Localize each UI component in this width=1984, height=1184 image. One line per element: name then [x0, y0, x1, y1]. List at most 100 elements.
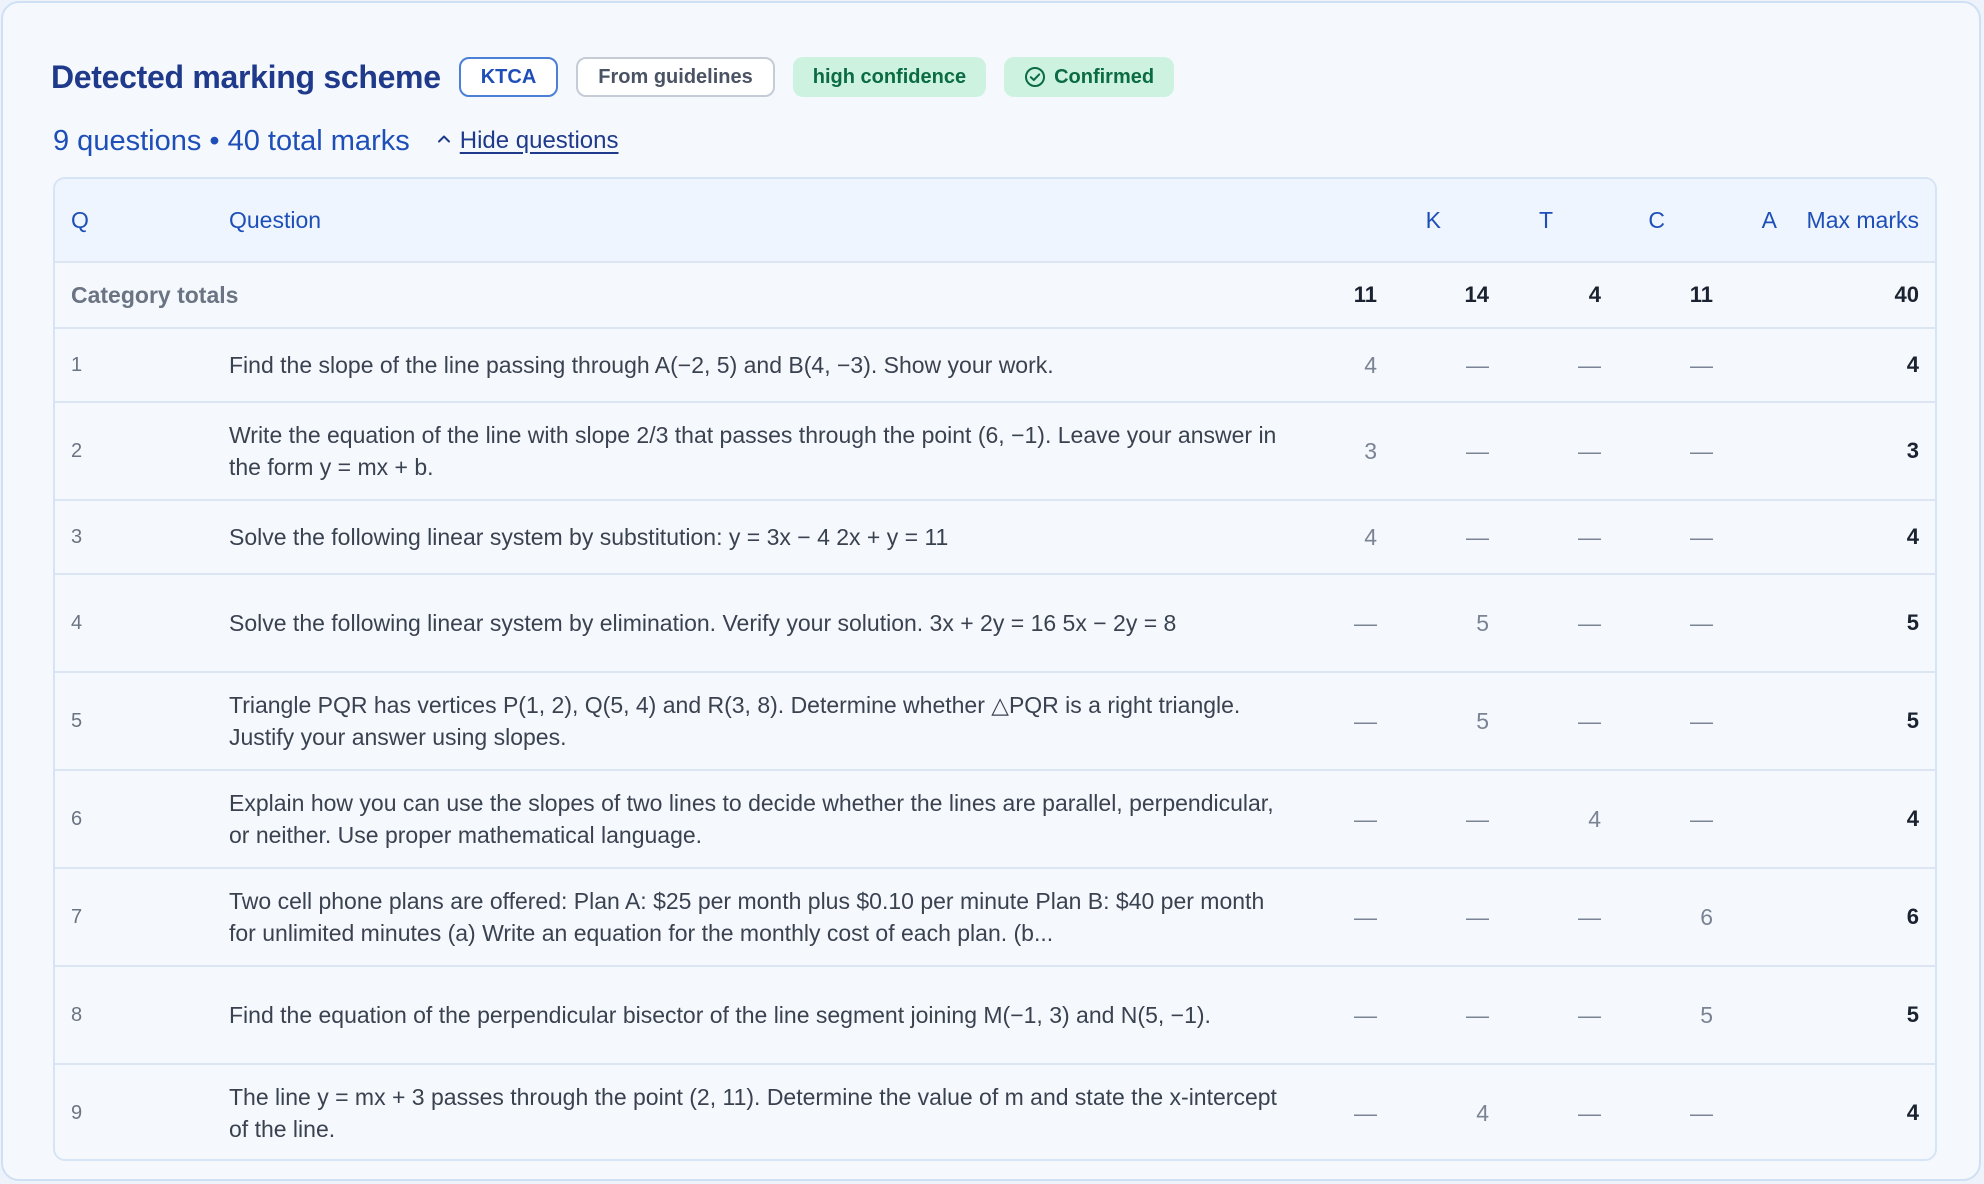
column-header-q: Q	[55, 179, 229, 263]
summary-row: 9 questions • 40 total marks Hide questi…	[53, 121, 619, 161]
question-text: Find the slope of the line passing throu…	[229, 352, 1054, 378]
question-number: 8	[55, 966, 229, 1065]
confirmed-badge: Confirmed	[1004, 57, 1175, 97]
t-marks: —	[1441, 500, 1553, 575]
confirmed-label: Confirmed	[1054, 65, 1155, 88]
c-marks: —	[1578, 1099, 1601, 1126]
table-row: 2 Write the equation of the line with slo…	[55, 402, 1935, 501]
a-marks: —	[1665, 574, 1777, 673]
column-header-question: Question	[229, 179, 1329, 263]
t-marks: —	[1441, 868, 1553, 967]
max-marks: 5	[1777, 574, 1935, 673]
source-badge: From guidelines	[576, 57, 775, 97]
chevron-up-icon	[436, 131, 452, 152]
max-marks: 3	[1777, 402, 1935, 501]
page-title: Detected marking scheme	[51, 58, 441, 95]
confidence-badge: high confidence	[792, 57, 987, 97]
table-row: 4 Solve the following linear system by el…	[55, 574, 1935, 673]
a-marks: —	[1665, 672, 1777, 771]
question-summary: 9 questions • 40 total marks	[53, 124, 410, 157]
column-header-c: C	[1553, 179, 1665, 263]
question-text: Find the equation of the perpendicular b…	[229, 1002, 1211, 1028]
total-max-marks: 40	[1777, 262, 1935, 329]
c-marks: —	[1553, 868, 1665, 967]
scheme-badge: KTCA	[458, 57, 559, 97]
k-marks: —	[1329, 574, 1441, 673]
question-text: Two cell phone plans are offered: Plan A…	[229, 888, 1265, 946]
question-number: 6	[55, 770, 229, 869]
question-text-cell: Triangle PQR has vertices P(1, 2), Q(5, …	[229, 672, 1329, 771]
a-marks: —	[1665, 770, 1777, 869]
check-circle-icon	[1024, 66, 1046, 88]
table-row: 9 The line y = mx + 3 passes through the …	[55, 1064, 1935, 1159]
t-marks: 4	[1476, 1099, 1489, 1126]
question-text: Triangle PQR has vertices P(1, 2), Q(5, …	[229, 692, 1241, 750]
max-marks: 5	[1777, 672, 1935, 771]
k-marks: —	[1354, 1099, 1377, 1126]
total-t: 14	[1441, 262, 1553, 329]
marking-scheme-card: Detected marking scheme KTCA From guidel…	[1, 1, 1981, 1181]
a-marks: —	[1665, 328, 1777, 403]
question-text-cell: Write the equation of the line with slop…	[229, 402, 1329, 501]
column-header-k: K	[1329, 179, 1441, 263]
category-totals-label: Category totals	[55, 262, 1329, 329]
hide-questions-toggle[interactable]: Hide questions	[436, 127, 619, 155]
header-row: Detected marking scheme KTCA From guidel…	[51, 55, 1175, 99]
t-marks: —	[1441, 328, 1553, 403]
a-marks: 5	[1665, 966, 1777, 1065]
question-number: 5	[55, 672, 229, 771]
question-text: Solve the following linear system by sub…	[229, 524, 949, 550]
total-c: 4	[1553, 262, 1665, 329]
k-marks: —	[1329, 770, 1441, 869]
c-marks: —	[1553, 574, 1665, 673]
table-row: 8 Find the equation of the perpendicular …	[55, 966, 1935, 1065]
table-row: 7 Two cell phone plans are offered: Plan …	[55, 868, 1935, 967]
max-marks: 4	[1906, 1100, 1919, 1125]
category-totals-row: Category totals 11 14 4 11 40	[55, 262, 1935, 329]
question-text-cell: Solve the following linear system by sub…	[229, 500, 1329, 575]
c-marks: —	[1553, 328, 1665, 403]
question-number: 2	[55, 402, 229, 501]
column-header-max-marks: Max marks	[1777, 179, 1935, 263]
question-text: Write the equation of the line with slop…	[229, 422, 1277, 480]
question-number: 4	[55, 574, 229, 673]
question-text-cell: Find the equation of the perpendicular b…	[229, 966, 1329, 1065]
questions-table: Q Question K T C A Max marks Category to…	[53, 177, 1937, 1161]
total-a: 11	[1665, 262, 1777, 329]
table-row: 3 Solve the following linear system by su…	[55, 500, 1935, 575]
hide-questions-label: Hide questions	[459, 127, 619, 154]
c-marks: —	[1553, 966, 1665, 1065]
table-row: 5 Triangle PQR has vertices P(1, 2), Q(5,…	[55, 672, 1935, 771]
table-header-row: Q Question K T C A Max marks	[55, 179, 1935, 263]
k-marks: —	[1329, 966, 1441, 1065]
max-marks: 6	[1777, 868, 1935, 967]
question-text-cell: The line y = mx + 3 passes through the p…	[229, 1064, 1329, 1159]
a-marks: —	[1690, 1099, 1713, 1126]
max-marks: 4	[1777, 328, 1935, 403]
column-header-t: T	[1441, 179, 1553, 263]
t-marks: —	[1441, 402, 1553, 501]
question-text-cell: Two cell phone plans are offered: Plan A…	[229, 868, 1329, 967]
c-marks: 4	[1553, 770, 1665, 869]
a-marks: —	[1665, 500, 1777, 575]
table-row: 6 Explain how you can use the slopes of t…	[55, 770, 1935, 869]
column-header-a: A	[1665, 179, 1777, 263]
question-text-cell: Solve the following linear system by eli…	[229, 574, 1329, 673]
question-number: 7	[55, 868, 229, 967]
c-marks: —	[1553, 500, 1665, 575]
question-text: Solve the following linear system by eli…	[229, 610, 1177, 636]
c-marks: —	[1553, 672, 1665, 771]
c-marks: —	[1553, 402, 1665, 501]
k-marks: —	[1329, 672, 1441, 771]
a-marks: —	[1665, 402, 1777, 501]
question-text-cell: Find the slope of the line passing throu…	[229, 328, 1329, 403]
question-number: 1	[55, 328, 229, 403]
question-text-cell: Explain how you can use the slopes of tw…	[229, 770, 1329, 869]
question-text: The line y = mx + 3 passes through the p…	[229, 1084, 1277, 1142]
k-marks: 3	[1329, 402, 1441, 501]
k-marks: 4	[1329, 328, 1441, 403]
total-k: 11	[1329, 262, 1441, 329]
k-marks: 4	[1329, 500, 1441, 575]
t-marks: —	[1441, 770, 1553, 869]
k-marks: —	[1329, 868, 1441, 967]
